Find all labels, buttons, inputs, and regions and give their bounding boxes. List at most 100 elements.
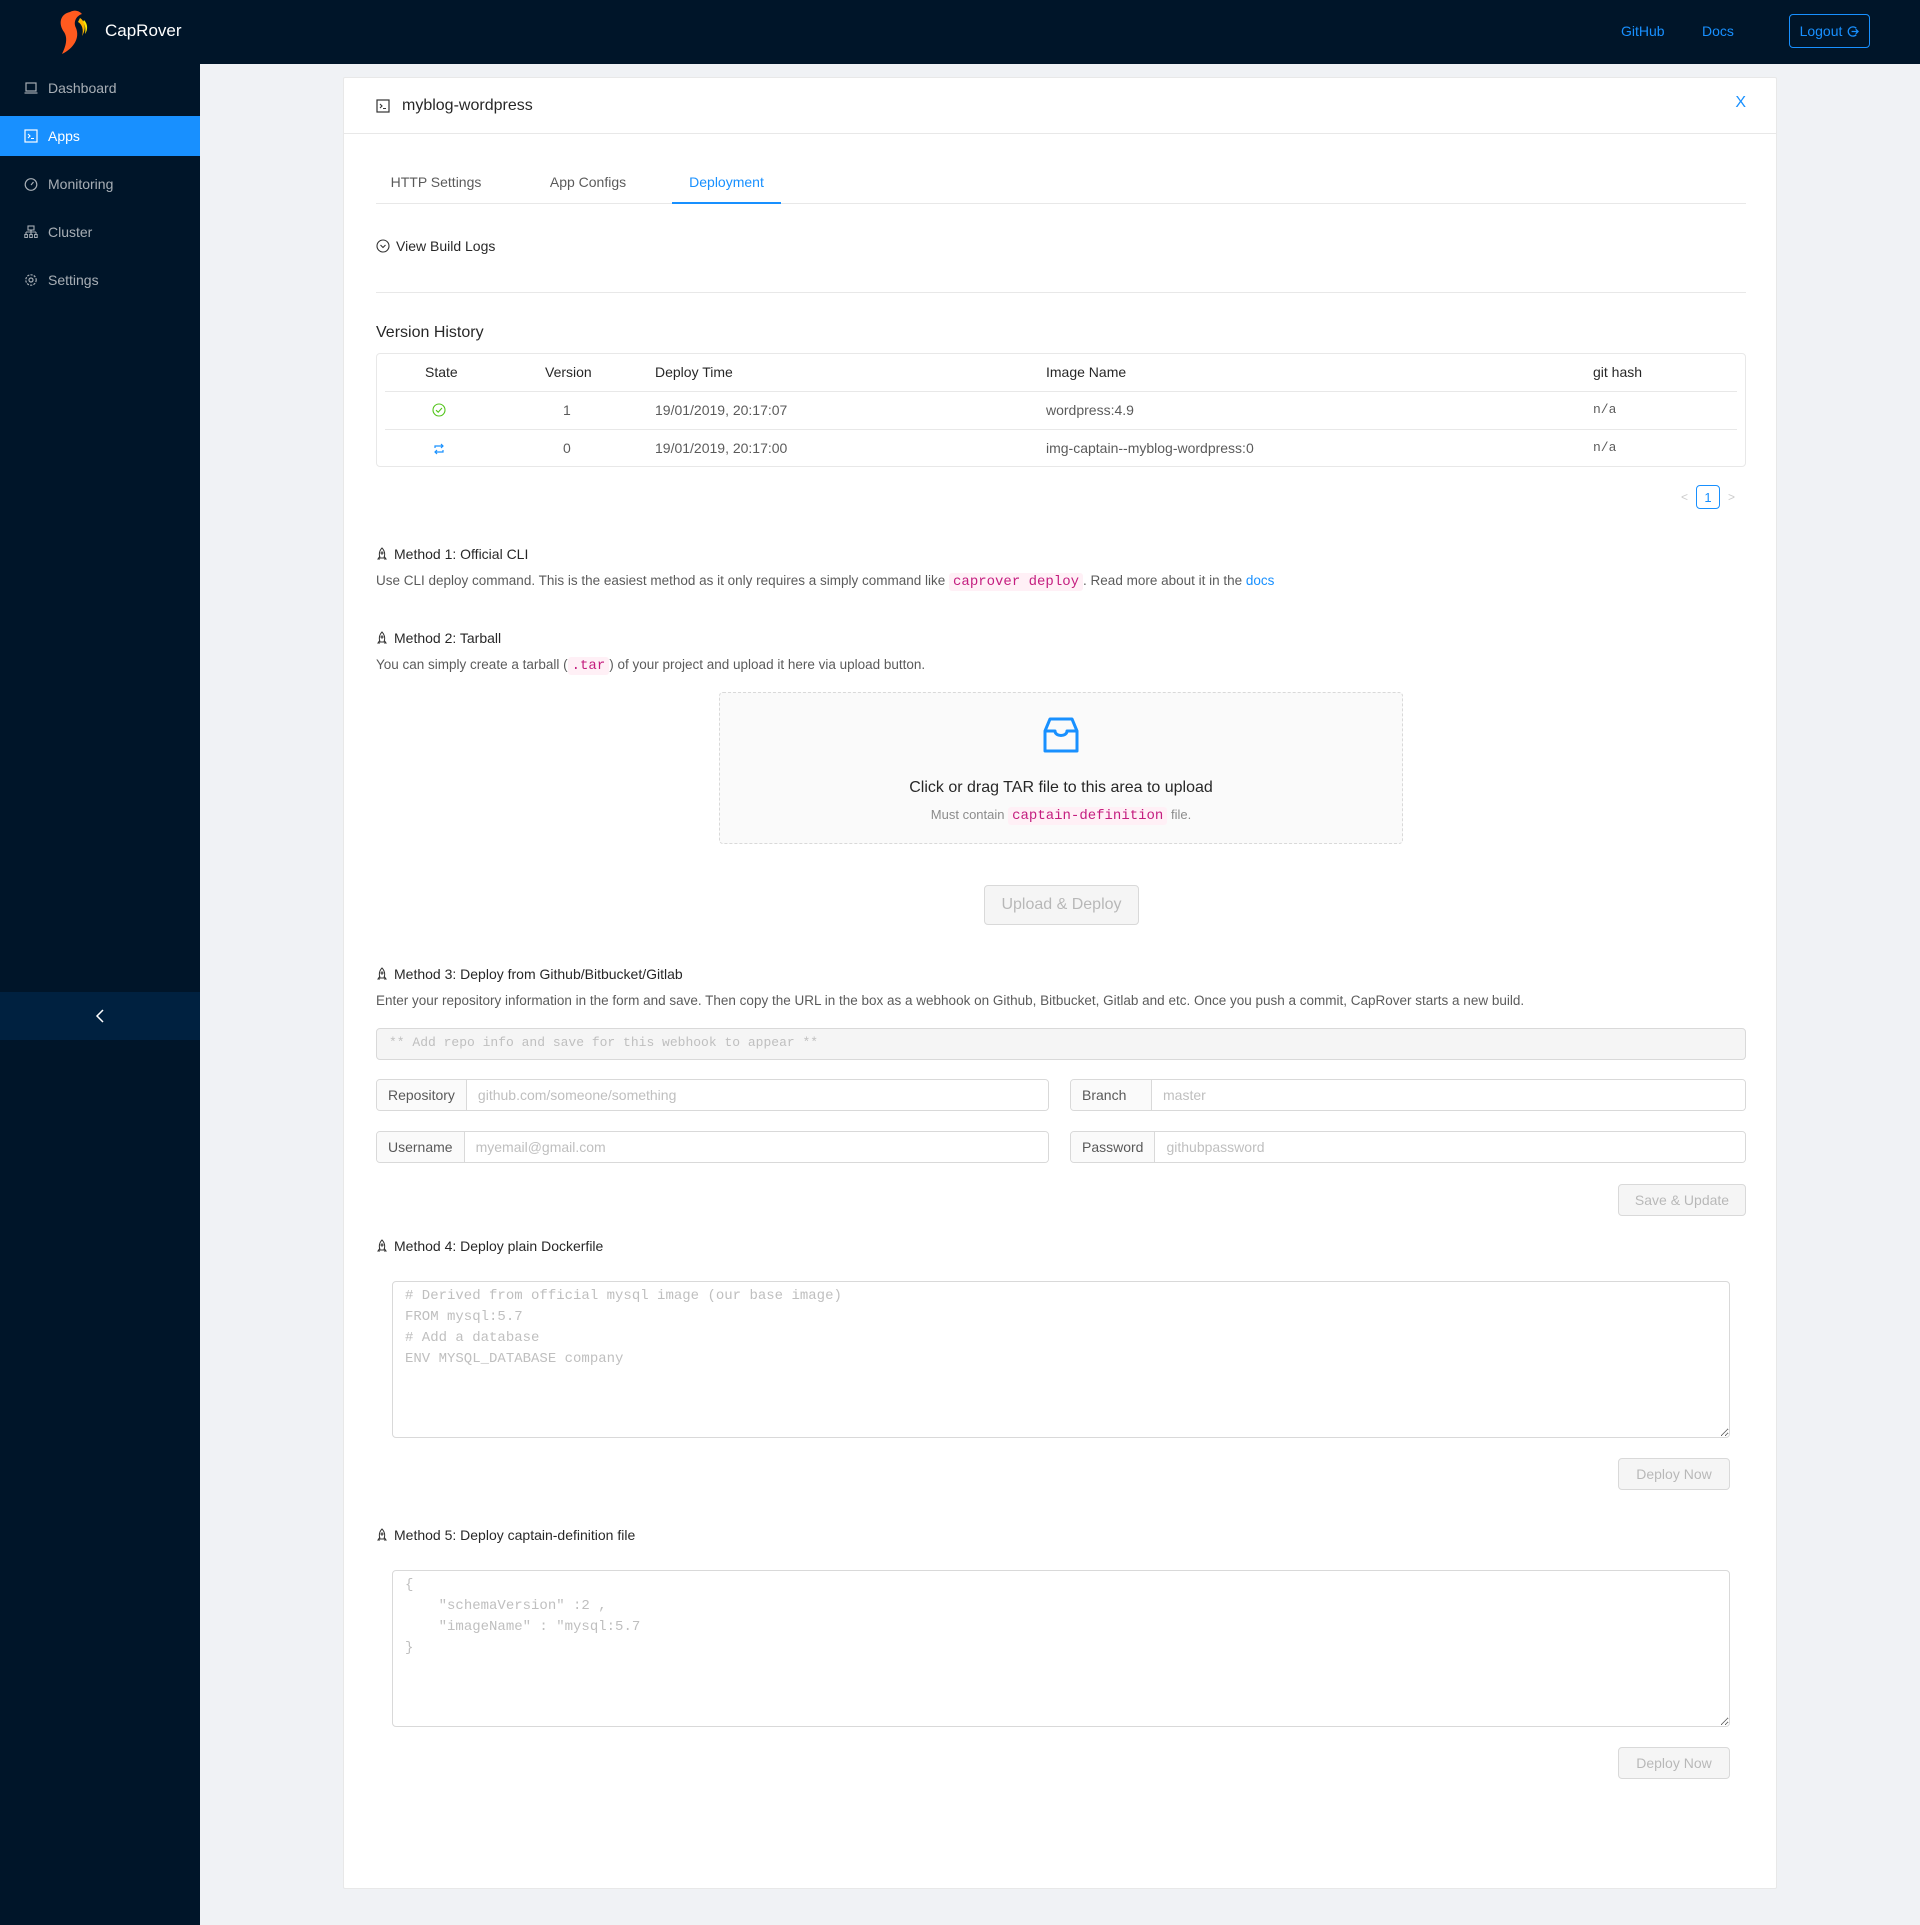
card-header: myblog-wordpress X — [344, 78, 1776, 134]
tab-deployment[interactable]: Deployment — [672, 164, 781, 204]
method3-description: Enter your repository information in the… — [376, 993, 1525, 1008]
dockerfile-textarea[interactable] — [392, 1281, 1730, 1438]
version-history-table: State Version Deploy Time Image Name git… — [376, 353, 1746, 467]
sidebar-item-cluster[interactable]: Cluster — [0, 212, 200, 252]
save-update-button[interactable]: Save & Update — [1618, 1184, 1746, 1216]
method3-title-text: Method 3: Deploy from Github/Bitbucket/G… — [394, 966, 683, 982]
username-field-group: Username — [376, 1131, 1049, 1163]
version-cell: 0 — [563, 440, 571, 456]
pagination-prev-icon[interactable]: < — [1681, 490, 1688, 504]
method2-desc-text: You can simply create a tarball ( — [376, 657, 568, 672]
app-tabs: HTTP Settings App Configs Deployment — [376, 164, 1746, 204]
sidebar: Dashboard Apps Monitoring Cluster Settin… — [0, 64, 200, 1925]
username-label: Username — [377, 1132, 465, 1162]
repository-field-group: Repository — [376, 1079, 1049, 1111]
docs-link-inline[interactable]: docs — [1246, 573, 1275, 588]
username-input[interactable] — [464, 1132, 1048, 1162]
table-row[interactable]: 1 19/01/2019, 20:17:07 wordpress:4.9 n/a — [385, 392, 1737, 430]
sidebar-item-settings[interactable]: Settings — [0, 260, 200, 300]
pagination-next-icon[interactable]: > — [1728, 490, 1735, 504]
branch-field-group: Branch — [1070, 1079, 1746, 1111]
laptop-icon — [24, 82, 38, 94]
method2-title-text: Method 2: Tarball — [394, 630, 502, 646]
caprover-logo-icon — [60, 10, 88, 55]
repository-label: Repository — [377, 1080, 467, 1110]
table-header-row: State Version Deploy Time Image Name git… — [385, 354, 1737, 392]
chevron-left-icon — [95, 1009, 104, 1023]
pagination-page-button[interactable]: 1 — [1696, 485, 1721, 509]
version-cell: 1 — [563, 402, 571, 418]
image-name-cell: img-captain--myblog-wordpress:0 — [1046, 440, 1254, 456]
view-build-logs-label: View Build Logs — [396, 238, 496, 254]
sidebar-item-monitoring[interactable]: Monitoring — [0, 164, 200, 204]
table-row[interactable]: 0 19/01/2019, 20:17:00 img-captain--mybl… — [385, 430, 1737, 468]
repository-input[interactable] — [466, 1080, 1048, 1110]
method3-title: Method 3: Deploy from Github/Bitbucket/G… — [376, 966, 683, 982]
dropzone-hint-text: Must contain — [930, 807, 1005, 822]
tab-app-configs[interactable]: App Configs — [528, 164, 648, 204]
rocket-icon — [377, 631, 387, 644]
dropzone-hint-text-after: file. — [1170, 807, 1192, 822]
divider — [376, 292, 1746, 293]
password-label: Password — [1071, 1132, 1156, 1162]
dropzone-hint: Must contain captain-definition file. — [720, 807, 1402, 825]
method2-description: You can simply create a tarball (.tar) o… — [376, 657, 926, 675]
sidebar-item-dashboard[interactable]: Dashboard — [0, 68, 200, 108]
method1-title: Method 1: Official CLI — [376, 546, 528, 562]
method2-desc-text-after: ) of your project and upload it here via… — [609, 657, 926, 672]
git-hash-cell: n/a — [1593, 440, 1617, 455]
git-hash-cell: n/a — [1593, 402, 1617, 417]
cluster-icon — [24, 225, 38, 238]
column-header-state: State — [425, 364, 458, 380]
method4-title: Method 4: Deploy plain Dockerfile — [376, 1238, 603, 1254]
column-header-image-name: Image Name — [1046, 364, 1127, 380]
tab-http-settings[interactable]: HTTP Settings — [376, 164, 496, 204]
method1-desc-text-after: . Read more about it in the — [1083, 573, 1243, 588]
deploy-time-cell: 19/01/2019, 20:17:00 — [655, 440, 788, 456]
logout-icon — [1848, 25, 1860, 37]
docs-link[interactable]: Docs — [1702, 23, 1734, 39]
retweet-icon — [433, 442, 445, 458]
sidebar-item-label: Cluster — [48, 224, 93, 240]
deploy-captain-definition-button[interactable]: Deploy Now — [1618, 1747, 1730, 1779]
deploy-dockerfile-button[interactable]: Deploy Now — [1618, 1458, 1730, 1490]
column-header-git-hash: git hash — [1593, 364, 1643, 380]
password-field-group: Password — [1070, 1131, 1746, 1163]
branch-input[interactable] — [1152, 1080, 1745, 1110]
deploy-time-cell: 19/01/2019, 20:17:07 — [655, 402, 788, 418]
logout-label: Logout — [1799, 23, 1843, 39]
sidebar-collapse-button[interactable] — [0, 992, 200, 1040]
captain-definition-textarea[interactable] — [392, 1570, 1730, 1727]
rocket-icon — [377, 1528, 387, 1541]
column-header-version: Version — [545, 364, 592, 380]
chevron-down-circle-icon — [376, 239, 390, 253]
method5-title-text: Method 5: Deploy captain-definition file — [394, 1527, 636, 1543]
sidebar-item-label: Apps — [48, 128, 80, 144]
inbox-icon — [1043, 717, 1079, 753]
caprover-deploy-code: caprover deploy — [949, 573, 1084, 591]
branch-label: Branch — [1071, 1080, 1152, 1110]
close-button[interactable]: X — [1735, 94, 1746, 112]
app-details-card: myblog-wordpress X HTTP Settings App Con… — [343, 77, 1777, 1889]
sidebar-item-apps[interactable]: Apps — [0, 116, 200, 156]
dashboard-gauge-icon — [24, 178, 38, 191]
password-input[interactable] — [1155, 1132, 1745, 1162]
method1-description: Use CLI deploy command. This is the easi… — [376, 573, 1275, 591]
app-title: myblog-wordpress — [402, 96, 533, 114]
method2-title: Method 2: Tarball — [376, 630, 501, 646]
logout-button[interactable]: Logout — [1789, 14, 1870, 48]
image-name-cell: wordpress:4.9 — [1046, 402, 1134, 418]
pagination: < 1 > — [1681, 485, 1735, 509]
github-link[interactable]: GitHub — [1621, 23, 1665, 39]
tar-upload-dropzone[interactable]: Click or drag TAR file to this area to u… — [719, 692, 1403, 844]
view-build-logs-toggle[interactable]: View Build Logs — [376, 238, 495, 254]
method1-desc-text: Use CLI deploy command. This is the easi… — [376, 573, 946, 588]
webhook-url-field[interactable]: ** Add repo info and save for this webho… — [376, 1028, 1746, 1060]
check-circle-icon — [432, 403, 446, 420]
version-history-title: Version History — [376, 324, 484, 341]
rocket-icon — [377, 547, 387, 560]
upload-deploy-button[interactable]: Upload & Deploy — [984, 885, 1139, 925]
sidebar-item-label: Settings — [48, 272, 99, 288]
rocket-icon — [377, 967, 387, 980]
brand-name: CapRover — [105, 21, 182, 40]
